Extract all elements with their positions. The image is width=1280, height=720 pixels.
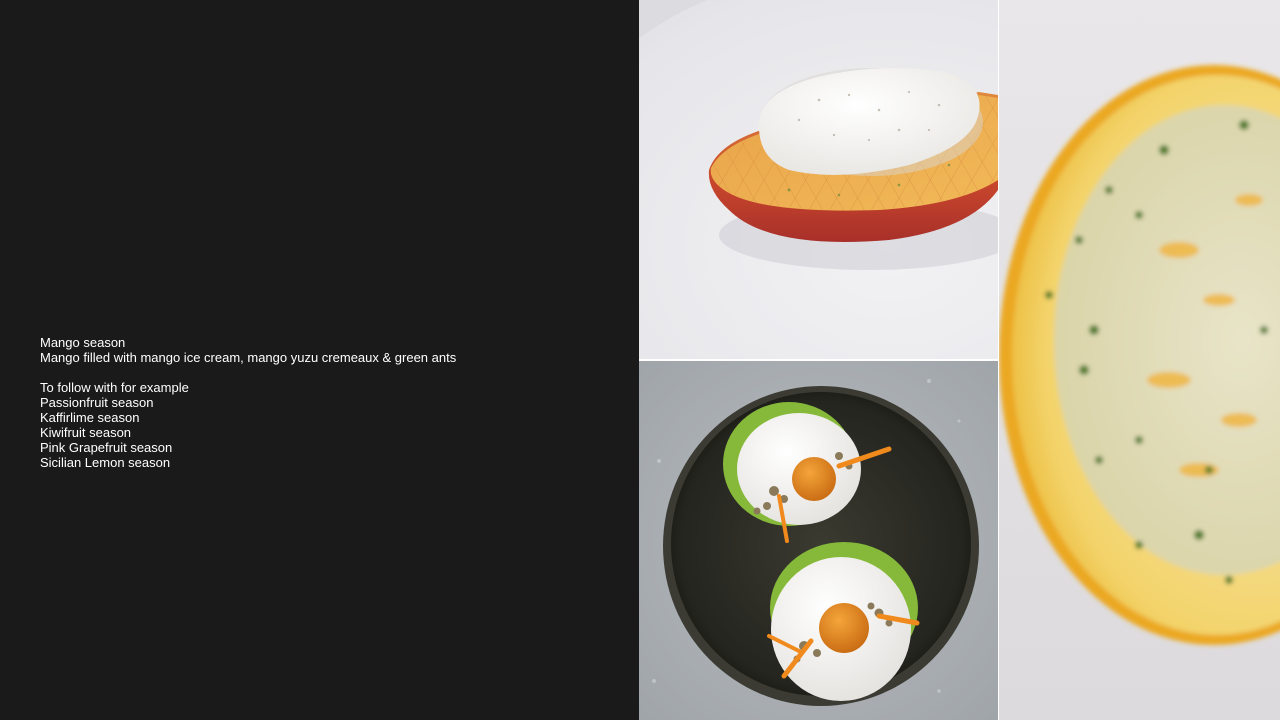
lemon-granita-photo <box>999 0 1280 720</box>
dessert-description: Mango season Mango filled with mango ice… <box>40 335 456 470</box>
follow-heading: To follow with for example <box>40 380 189 395</box>
mango-dessert-photo <box>639 0 998 359</box>
dessert-subtitle: Mango filled with mango ice cream, mango… <box>40 350 457 365</box>
dessert-title: Mango season <box>40 335 126 350</box>
follow-item: Sicilian Lemon season <box>40 455 171 470</box>
follow-item: Kaffirlime season <box>40 410 140 425</box>
lime-dessert-photo <box>639 361 998 720</box>
slide: Mango season Mango filled with mango ice… <box>0 0 1280 720</box>
follow-item: Pink Grapefruit season <box>40 440 173 455</box>
follow-item: Kiwifruit season <box>40 425 132 440</box>
follow-item: Passionfruit season <box>40 395 154 410</box>
text-panel: Mango season Mango filled with mango ice… <box>0 0 639 720</box>
